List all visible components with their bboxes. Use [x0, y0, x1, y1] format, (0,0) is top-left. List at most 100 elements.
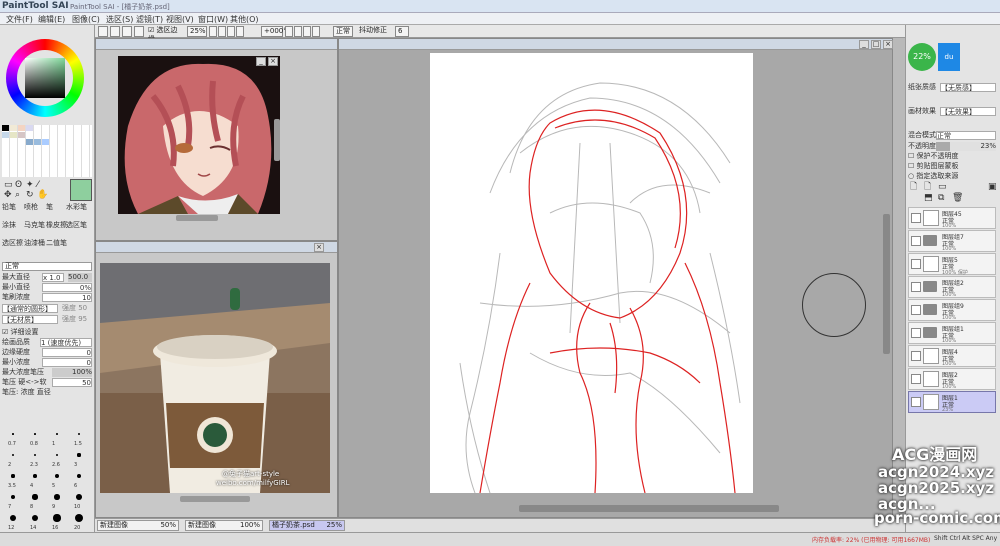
zoom-fit-button[interactable]: [227, 26, 235, 37]
layer-row[interactable]: 图层5 正常 100% 保护: [908, 253, 996, 276]
param-min-size-value[interactable]: 0%: [42, 283, 92, 292]
flip-button[interactable]: [312, 26, 320, 37]
tool-button[interactable]: [110, 26, 120, 37]
magic-wand-icon[interactable]: ✦: [26, 181, 34, 190]
brush-bucket[interactable]: 油漆桶: [24, 239, 45, 248]
menu-window[interactable]: 窗口(W): [198, 14, 228, 25]
brush-size-dot[interactable]: [12, 433, 14, 435]
color-wheel[interactable]: [6, 39, 84, 117]
brush-size-dot[interactable]: [54, 494, 60, 500]
brush-size-dot[interactable]: [11, 453, 15, 457]
paw-icon[interactable]: du: [938, 43, 960, 71]
param-quality-select[interactable]: 1 (速度优先): [40, 338, 92, 347]
delete-layer-icon[interactable]: 🗑: [952, 194, 963, 203]
photo-scrollbar[interactable]: [180, 496, 250, 502]
visibility-toggle[interactable]: [911, 282, 921, 292]
brush-shape-select[interactable]: 【通常的圆形】: [2, 304, 58, 313]
menu-filter[interactable]: 滤镜(T): [136, 14, 163, 25]
minimize-icon[interactable]: _: [256, 57, 266, 66]
brush-pencil[interactable]: 铅笔: [2, 203, 16, 212]
new-layer-set-icon[interactable]: 🗋: [924, 183, 931, 192]
document-tab-3[interactable]: 橘子奶茶.psd 25%: [269, 520, 345, 531]
layer-row[interactable]: 图层1 正常 23%: [908, 391, 996, 413]
zoom-in-button[interactable]: [218, 26, 226, 37]
menu-file[interactable]: 文件(F): [6, 14, 33, 25]
brush-pen[interactable]: 笔: [46, 203, 53, 212]
visibility-toggle[interactable]: [911, 374, 921, 384]
paper-texture-select[interactable]: 【无质感】: [940, 83, 996, 92]
zoom-out-button[interactable]: [209, 26, 217, 37]
lasso-icon[interactable]: ʘ: [15, 181, 22, 190]
close-icon[interactable]: ×: [268, 57, 278, 66]
layer-blend-select[interactable]: 正常: [936, 131, 996, 140]
visibility-toggle[interactable]: [911, 397, 921, 407]
layer-row[interactable]: 图层组9 正常 100%: [908, 299, 996, 321]
param-hardness-value[interactable]: 0: [42, 348, 92, 357]
brush-size-dot[interactable]: [9, 514, 17, 522]
param-max-size-value[interactable]: 500.0: [68, 273, 92, 282]
rotate-left-button[interactable]: [285, 26, 293, 37]
visibility-toggle[interactable]: [911, 213, 921, 223]
layer-row[interactable]: 图层4 正常 100%: [908, 345, 996, 367]
swatch-grid[interactable]: [2, 125, 92, 177]
brush-select-pen[interactable]: 选区笔: [66, 221, 87, 230]
opacity-slider[interactable]: 23%: [936, 142, 996, 151]
layer-row[interactable]: 图层组7 正常 100%: [908, 230, 996, 252]
brush-size-dot[interactable]: [55, 453, 59, 457]
primary-color[interactable]: [70, 179, 92, 201]
param-pressure-value[interactable]: 100%: [52, 368, 92, 377]
drawing-canvas[interactable]: [430, 53, 753, 494]
brush-binary[interactable]: 二值笔: [46, 239, 67, 248]
brush-airbrush[interactable]: 喷枪: [24, 203, 38, 212]
copy-layer-icon[interactable]: ⧉: [938, 194, 944, 203]
brush-size-dot[interactable]: [31, 514, 39, 522]
selection-source-checkbox[interactable]: ○ 指定选取来源: [908, 172, 958, 181]
param-softness-value[interactable]: 50: [52, 378, 92, 387]
brush-smudge[interactable]: 涂抹: [2, 221, 16, 230]
brush-size-grid[interactable]: 0.70.811.522.32.633.54567891012141620253…: [2, 427, 93, 546]
angle-field[interactable]: +000°: [261, 26, 287, 37]
rotate-right-button[interactable]: [294, 26, 302, 37]
brush-size-dot[interactable]: [33, 474, 37, 478]
close-icon[interactable]: ×: [883, 40, 893, 49]
detail-settings-toggle[interactable]: ☑ 详细设置: [2, 328, 39, 337]
layer-settings-icon[interactable]: ▣: [988, 183, 997, 192]
maximize-icon[interactable]: □: [871, 40, 881, 49]
param-density-value[interactable]: 10: [42, 293, 92, 302]
brush-texture-select[interactable]: 【无材质】: [2, 315, 58, 324]
brush-select-eraser[interactable]: 选区擦: [2, 239, 23, 248]
menu-view[interactable]: 视图(V): [166, 14, 194, 25]
brush-size-dot[interactable]: [10, 494, 16, 500]
clip-mask-checkbox[interactable]: ☐ 剪贴图层蒙板: [908, 162, 959, 171]
canvas-hscroll[interactable]: [519, 505, 779, 512]
brush-size-dot[interactable]: [33, 453, 37, 457]
color-mode-icons[interactable]: [2, 27, 92, 36]
layer-row[interactable]: 图层组2 正常 100%: [908, 276, 996, 298]
new-folder-icon[interactable]: ▭: [938, 183, 947, 192]
visibility-toggle[interactable]: [911, 259, 921, 269]
zoom-icon[interactable]: ⌕: [15, 191, 20, 200]
zoom-field[interactable]: 25%: [187, 26, 207, 37]
new-layer-icon[interactable]: 🗋: [910, 183, 917, 192]
visibility-toggle[interactable]: [911, 351, 921, 361]
tool-button[interactable]: [122, 26, 132, 37]
navigator-vscroll[interactable]: [274, 119, 280, 161]
brush-size-dot[interactable]: [77, 453, 81, 457]
rotate-reset-button[interactable]: [303, 26, 311, 37]
protect-opacity-checkbox[interactable]: ☐ 保护不透明度: [908, 152, 959, 161]
visibility-toggle[interactable]: [911, 328, 921, 338]
selection-tools[interactable]: ▭ ʘ ✦ ⁄ ✥ ⌕ ↻ ✋: [2, 180, 70, 200]
close-icon[interactable]: ×: [314, 243, 324, 252]
menu-edit[interactable]: 编辑(E): [38, 14, 65, 25]
select-edge-toggle[interactable]: ☑ 选区边缘: [146, 26, 184, 43]
brush-watercolor[interactable]: 水彩笔: [66, 203, 87, 212]
mode-select[interactable]: 正常: [333, 26, 353, 37]
move-icon[interactable]: ✥: [4, 191, 12, 200]
param-min-density-value[interactable]: 0: [42, 358, 92, 367]
minimize-icon[interactable]: _: [859, 40, 869, 49]
color-square[interactable]: [25, 58, 65, 98]
rect-select-icon[interactable]: ▭: [4, 181, 13, 190]
brush-size-dot[interactable]: [77, 432, 81, 436]
brush-size-dot[interactable]: [54, 473, 59, 478]
hand-icon[interactable]: ✋: [37, 191, 48, 200]
